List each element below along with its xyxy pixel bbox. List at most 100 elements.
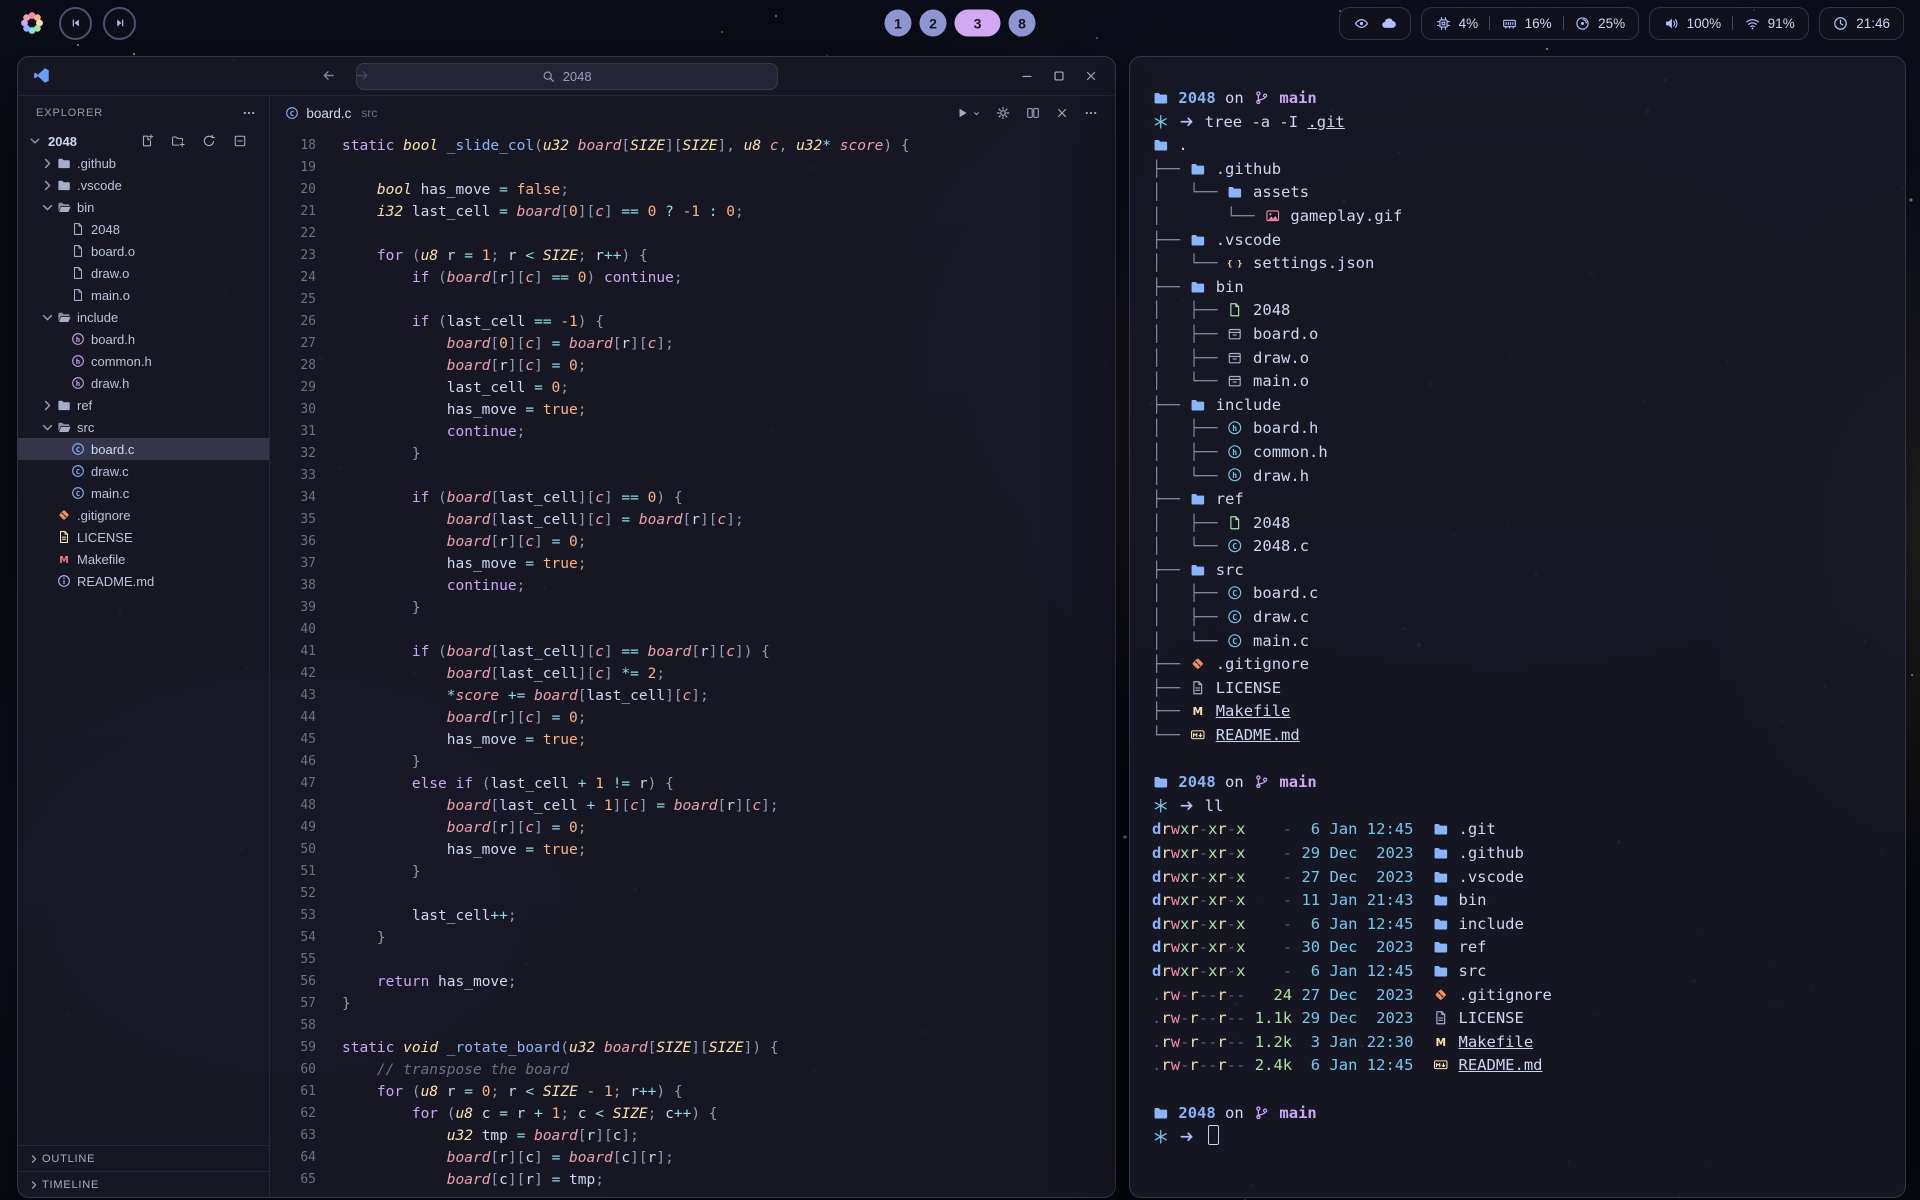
code-text: static bool _slide_col(u32 board[SIZE][S…: [316, 135, 910, 157]
minimize-button[interactable]: [1019, 68, 1034, 84]
code-editor[interactable]: 18static bool _slide_col(u32 board[SIZE]…: [270, 130, 1115, 1197]
file-icon: [69, 266, 86, 280]
refresh-button[interactable]: [200, 134, 222, 149]
code-text: if (last_cell == -1) {: [316, 311, 604, 333]
explorer-item-main.o[interactable]: main.o: [18, 284, 269, 306]
explorer-item-bin[interactable]: bin: [18, 196, 269, 218]
disk-usage[interactable]: 25%: [1575, 16, 1626, 31]
sidebar-section-outline[interactable]: OUTLINE: [18, 1145, 269, 1171]
explorer-item-LICENSE[interactable]: LICENSE: [18, 526, 269, 548]
win-max-icon: [1051, 69, 1066, 83]
explorer-item-README.md[interactable]: README.md: [18, 570, 269, 592]
explorer-item-src[interactable]: src: [18, 416, 269, 438]
code-text: static void _rotate_board(u32 board[SIZE…: [316, 1037, 779, 1059]
tab-board.c[interactable]: C board.c src: [284, 106, 377, 121]
memory-usage[interactable]: 16%: [1501, 16, 1552, 31]
command-center-search[interactable]: 2048: [356, 63, 778, 90]
run-button[interactable]: [954, 106, 981, 120]
explorer-item-.github[interactable]: .github: [18, 152, 269, 174]
configure-button[interactable]: [995, 106, 1010, 120]
explorer-item-.vscode[interactable]: .vscode: [18, 174, 269, 196]
tab-filename: board.c: [306, 106, 351, 121]
line-number: 39: [270, 597, 316, 619]
explorer-item-draw.h[interactable]: hdraw.h: [18, 372, 269, 394]
git-icon: [1432, 987, 1449, 1003]
media-prev-button[interactable]: [59, 7, 92, 40]
markdown-icon: [1432, 1057, 1449, 1073]
folder-icon: [55, 398, 72, 412]
line-number: 64: [270, 1147, 316, 1169]
weather[interactable]: [1381, 16, 1398, 31]
code-line: 36 board[r][c] = 0;: [270, 531, 1115, 553]
code-text: if (board[last_cell][c] == board[r][c]) …: [316, 641, 770, 663]
snowflake-icon: [1152, 798, 1169, 814]
workspace-2[interactable]: 2: [920, 10, 947, 37]
nav-back-button[interactable]: [320, 68, 337, 85]
idle-inhibitor[interactable]: [1353, 16, 1370, 31]
line-number: 35: [270, 509, 316, 531]
win-close-icon: [1054, 106, 1069, 120]
code-text: }: [316, 993, 351, 1015]
code-text: for (u8 c = r + 1; c < SIZE; c++) {: [316, 1103, 718, 1125]
code-text: board[r][c] = 0;: [316, 817, 587, 839]
workspace-3[interactable]: 3: [955, 10, 1001, 37]
code-text: if (board[last_cell][c] == 0) {: [316, 487, 683, 509]
file-icon: [69, 222, 86, 236]
explorer-title: EXPLORER: [36, 107, 103, 119]
close-button[interactable]: [1084, 68, 1099, 84]
explorer-item-ref[interactable]: ref: [18, 394, 269, 416]
line-number: 34: [270, 487, 316, 509]
terminal-content[interactable]: 2048 on main tree -a -I .git .├── .githu…: [1130, 57, 1905, 1197]
line-number: 47: [270, 773, 316, 795]
media-next-button[interactable]: [103, 7, 136, 40]
explorer-root-folder[interactable]: 2048: [18, 130, 269, 152]
statusbar-right: 4% 16% 25% 100% 91% 21:46: [1339, 7, 1904, 40]
terminal-output-line: .: [1152, 134, 1887, 158]
maximize-button[interactable]: [1051, 68, 1066, 84]
new-folder-button[interactable]: [169, 134, 191, 149]
folder-icon: [1189, 397, 1206, 413]
volume[interactable]: 100%: [1663, 16, 1721, 31]
code-text: for (u8 r = 0; r < SIZE - 1; r++) {: [316, 1081, 683, 1103]
explorer-item-main.c[interactable]: Cmain.c: [18, 482, 269, 504]
arrow-prompt-icon: [1178, 798, 1195, 814]
code-text: }: [316, 751, 421, 773]
blank-line: [1152, 748, 1887, 772]
code-text: bool has_move = false;: [316, 179, 569, 201]
doc-lines-icon: [1432, 1010, 1449, 1026]
titlebar[interactable]: 2048: [18, 57, 1115, 96]
explorer-item-board.o[interactable]: board.o: [18, 240, 269, 262]
code-text: [316, 949, 351, 971]
explorer-item-.gitignore[interactable]: .gitignore: [18, 504, 269, 526]
code-line: 52: [270, 883, 1115, 905]
explorer-item-2048[interactable]: 2048: [18, 218, 269, 240]
close-editor-button[interactable]: [1054, 106, 1069, 120]
explorer-item-common.h[interactable]: hcommon.h: [18, 350, 269, 372]
wifi[interactable]: 91%: [1744, 16, 1795, 31]
code-text: has_move = true;: [316, 839, 586, 861]
clock[interactable]: 21:46: [1833, 16, 1890, 31]
split-editor-button[interactable]: [1025, 106, 1040, 120]
code-text: board[0][c] = board[r][c];: [316, 333, 674, 355]
explorer-more-button[interactable]: [242, 106, 257, 120]
collapse-folders-button[interactable]: [231, 134, 253, 149]
more-actions-button[interactable]: [1084, 106, 1099, 120]
line-number: 23: [270, 245, 316, 267]
launcher-button[interactable]: [16, 7, 48, 39]
explorer-item-Makefile[interactable]: MMakefile: [18, 548, 269, 570]
line-number: 56: [270, 971, 316, 993]
line-number: 48: [270, 795, 316, 817]
terminal-output-line: ├── .vscode: [1152, 229, 1887, 253]
explorer-item-board.c[interactable]: Cboard.c: [18, 438, 269, 460]
explorer-item-include[interactable]: include: [18, 306, 269, 328]
terminal-output-line: │ ├── h common.h: [1152, 441, 1887, 465]
cpu-usage[interactable]: 4%: [1435, 16, 1478, 31]
explorer-item-board.h[interactable]: hboard.h: [18, 328, 269, 350]
workspace-8[interactable]: 8: [1009, 10, 1036, 37]
sidebar-section-timeline[interactable]: TIMELINE: [18, 1171, 269, 1197]
explorer-item-draw.o[interactable]: draw.o: [18, 262, 269, 284]
explorer-item-draw.c[interactable]: Cdraw.c: [18, 460, 269, 482]
workspace-1[interactable]: 1: [885, 10, 912, 37]
terminal-output-line: │ ├── board.o: [1152, 323, 1887, 347]
new-file-button[interactable]: [138, 134, 160, 149]
